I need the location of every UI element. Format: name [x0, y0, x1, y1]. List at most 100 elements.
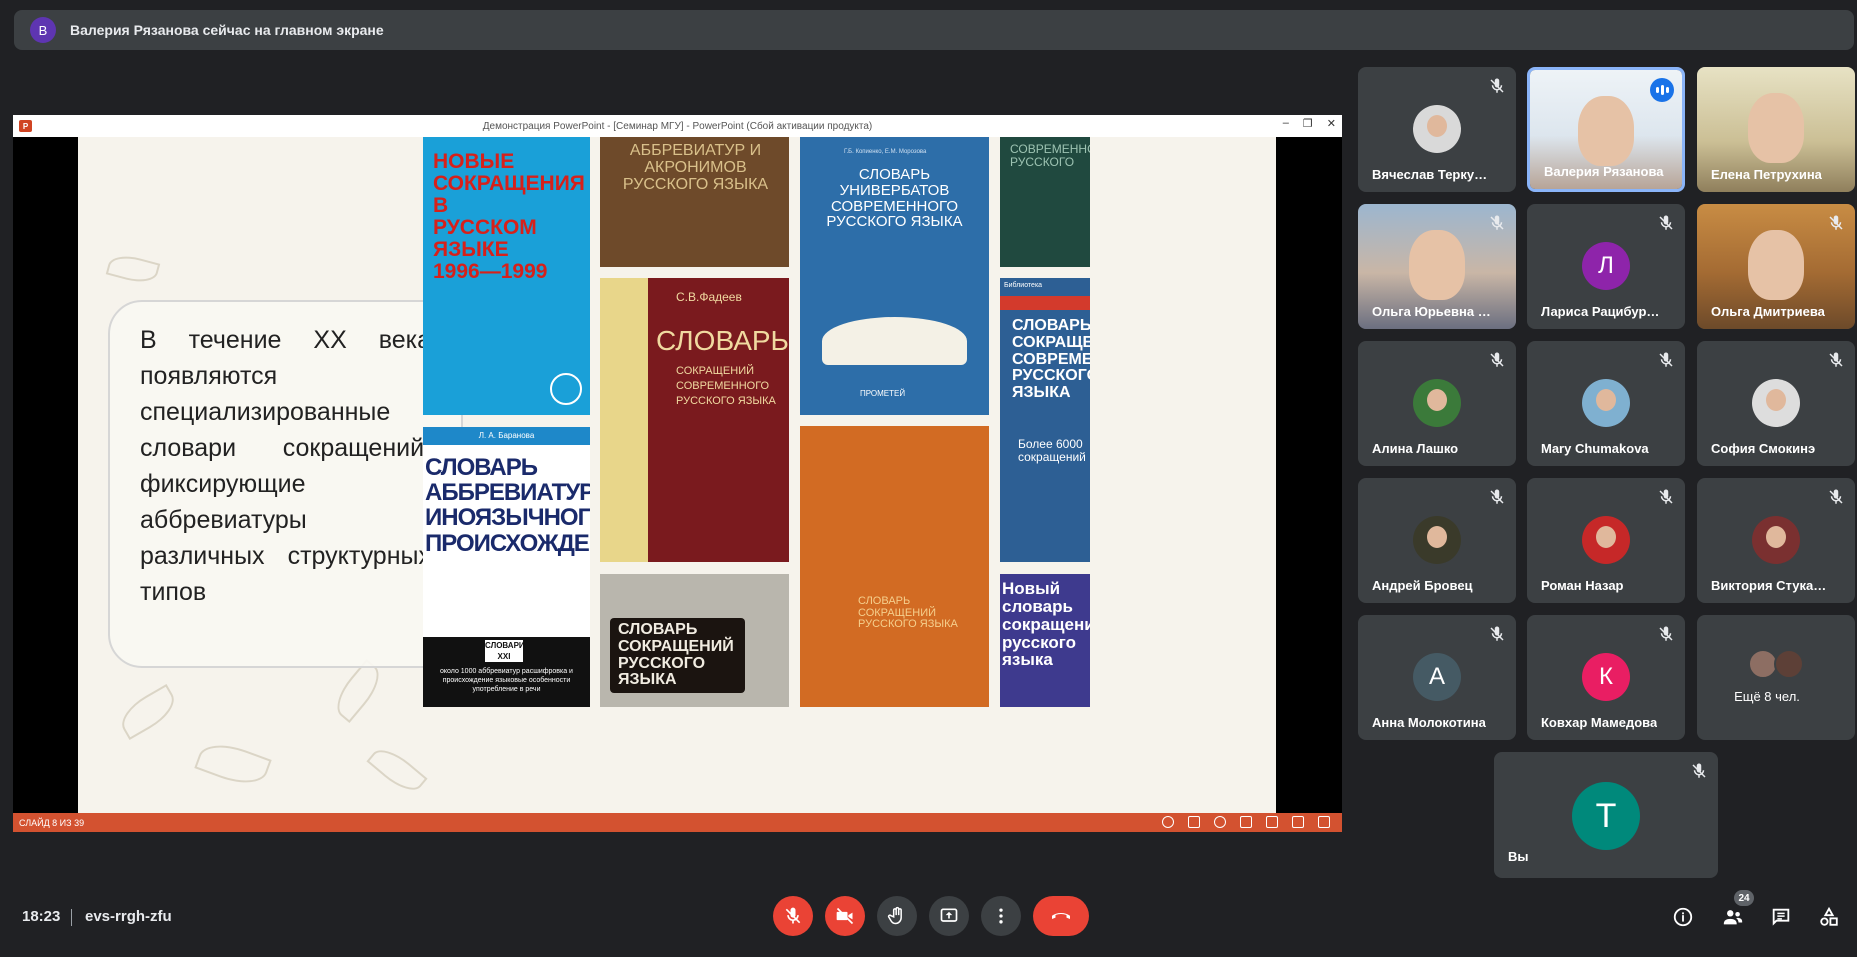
present-icon: [940, 908, 958, 922]
participant-tile[interactable]: Виктория Стука…: [1697, 478, 1855, 603]
book-cover-2: АББРЕВИАТУР И АКРОНИМОВ РУССКОГО ЯЗЫКА: [600, 137, 789, 267]
book-3-authors: Г.Б. Копиенко, Е.М. Морозова: [844, 149, 927, 155]
participant-tile[interactable]: Л Лариса Рацибур…: [1527, 204, 1685, 329]
leaf-decoration: [327, 659, 389, 723]
participant-name: Ковхар Мамедова: [1541, 715, 1658, 730]
participant-name: Елена Петрухина: [1711, 167, 1822, 182]
close-icon[interactable]: ✕: [1327, 117, 1336, 130]
book-9-header: Библиотека: [1004, 282, 1043, 289]
info-icon: [1673, 907, 1693, 927]
participant-name: Роман Назар: [1541, 578, 1624, 593]
slide: В течение ХХ века появляются специализир…: [78, 137, 1276, 813]
book-4-title: СОВРЕМЕННОГО РУССКОГО: [1010, 142, 1090, 169]
book-6-author: Л. А. Баранова: [423, 427, 590, 445]
sorter-view-icon[interactable]: [1266, 816, 1278, 828]
book-5-subtitle: СОКРАЩЕНИЙ СОВРЕМЕННОГО РУССКОГО ЯЗЫКА: [676, 365, 776, 407]
mic-off-icon: [1657, 625, 1675, 643]
book-6-series: СЛОВАРИ XXI: [485, 640, 525, 662]
participant-avatar: [1582, 379, 1630, 427]
participant-avatar: [1774, 649, 1804, 679]
participant-tile[interactable]: А Анна Молокотина: [1358, 615, 1516, 740]
leaf-decoration: [194, 736, 272, 792]
more-avatars: [1748, 649, 1804, 679]
book-9-note: Более 6000 сокращений: [1018, 437, 1086, 464]
meeting-details-button[interactable]: [1671, 905, 1695, 929]
present-button[interactable]: [929, 896, 969, 936]
participant-avatar: [1752, 379, 1800, 427]
slide-text: В течение ХХ века появляются специализир…: [140, 326, 431, 606]
participant-face: [1578, 96, 1634, 166]
leave-call-button[interactable]: [1033, 896, 1089, 936]
mic-off-icon: [1488, 77, 1506, 95]
mic-off-icon: [1488, 214, 1506, 232]
chat-button[interactable]: [1769, 905, 1793, 929]
book-5-author: С.В.Фадеев: [676, 290, 742, 304]
ppt-titlebar: P Демонстрация PowerPoint - [Семинар МГУ…: [13, 115, 1342, 137]
powerpoint-icon: P: [19, 120, 32, 132]
participant-name: Анна Молокотина: [1372, 715, 1486, 730]
book-cover-6: Л. А. Баранова СЛОВАРЬ АББРЕВИАТУР ИНОЯЗ…: [423, 427, 590, 707]
participant-tile[interactable]: Роман Назар: [1527, 478, 1685, 603]
slides-icon[interactable]: [1188, 816, 1200, 828]
restore-icon[interactable]: ❐: [1303, 117, 1313, 130]
more-vert-icon: [999, 908, 1003, 924]
mic-off-icon: [1488, 625, 1506, 643]
open-book-image: [822, 317, 967, 365]
minimize-icon[interactable]: –: [1283, 117, 1289, 130]
book-6-bottom: СЛОВАРИ XXI около 1000 аббревиатур расши…: [423, 637, 590, 707]
participant-tile[interactable]: Ольга Юрьевна …: [1358, 204, 1516, 329]
participant-avatar: Л: [1582, 242, 1630, 290]
reading-view-icon[interactable]: [1292, 816, 1304, 828]
participants-button[interactable]: [1721, 905, 1745, 929]
book-2-title: АББРЕВИАТУР И АКРОНИМОВ РУССКОГО ЯЗЫКА: [622, 142, 769, 193]
activities-button[interactable]: [1817, 905, 1841, 929]
presenter-avatar: В: [30, 17, 56, 43]
slideshow-icon[interactable]: [1318, 816, 1330, 828]
participant-tile[interactable]: Вячеслав Терку…: [1358, 67, 1516, 192]
book-7-title: СЛОВАРЬ СОКРАЩЕНИЙ РУССКОГО ЯЗЫКА: [610, 618, 745, 694]
participant-avatar: [1413, 105, 1461, 153]
participant-tile[interactable]: Ольга Дмитриева: [1697, 204, 1855, 329]
book-cover-1: НОВЫЕ СОКРАЩЕНИЯ В РУССКОМ ЯЗЫКЕ 1996—19…: [423, 137, 590, 415]
participant-name: Вы: [1508, 849, 1529, 864]
divider: [71, 909, 72, 926]
participant-tile[interactable]: Андрей Бровец: [1358, 478, 1516, 603]
participant-face: [1748, 93, 1804, 163]
participant-name: Андрей Бровец: [1372, 578, 1473, 593]
ppt-statusbar: СЛАЙД 8 ИЗ 39: [13, 813, 1342, 832]
participant-face: [1409, 230, 1465, 300]
book-9-band: [1000, 296, 1090, 310]
participant-tile[interactable]: Валерия Рязанова: [1527, 67, 1685, 192]
participant-name: Вячеслав Терку…: [1372, 167, 1488, 182]
mic-off-icon: [1488, 351, 1506, 369]
book-cover-8: СЛОВАРЬ СОКРАЩЕНИЙ РУССКОГО ЯЗЫКА: [800, 426, 989, 707]
participant-tile[interactable]: Елена Петрухина: [1697, 67, 1855, 192]
hangup-icon: [1052, 913, 1070, 919]
participant-name: Ольга Юрьевна …: [1372, 304, 1491, 319]
mic-off-icon: [1827, 214, 1845, 232]
participant-tile[interactable]: Т Вы: [1494, 752, 1718, 878]
raise-hand-button[interactable]: [877, 896, 917, 936]
participant-avatar: [1582, 516, 1630, 564]
participant-name: Виктория Стука…: [1711, 578, 1827, 593]
normal-view-icon[interactable]: [1240, 816, 1252, 828]
slide-counter: СЛАЙД 8 ИЗ 39: [19, 817, 85, 828]
next-slide-icon[interactable]: [1214, 816, 1226, 828]
clock: 18:23: [22, 908, 61, 925]
prev-slide-icon[interactable]: [1162, 816, 1174, 828]
camera-off-button[interactable]: [825, 896, 865, 936]
participant-avatar: [1413, 379, 1461, 427]
participant-name: Лариса Рацибур…: [1541, 304, 1660, 319]
participant-name: София Смокинэ: [1711, 441, 1816, 456]
participant-tile[interactable]: София Смокинэ: [1697, 341, 1855, 466]
participant-tile[interactable]: К Ковхар Мамедова: [1527, 615, 1685, 740]
activities-icon: [1820, 906, 1838, 926]
mic-off-button[interactable]: [773, 896, 813, 936]
participant-face: [1748, 230, 1804, 300]
people-icon: [1723, 910, 1743, 925]
participant-tile[interactable]: Алина Лашко: [1358, 341, 1516, 466]
leaf-decoration: [366, 741, 428, 799]
participant-tile[interactable]: Ещё 8 чел.: [1697, 615, 1855, 740]
more-options-button[interactable]: [981, 896, 1021, 936]
participant-tile[interactable]: Mary Chumakova: [1527, 341, 1685, 466]
